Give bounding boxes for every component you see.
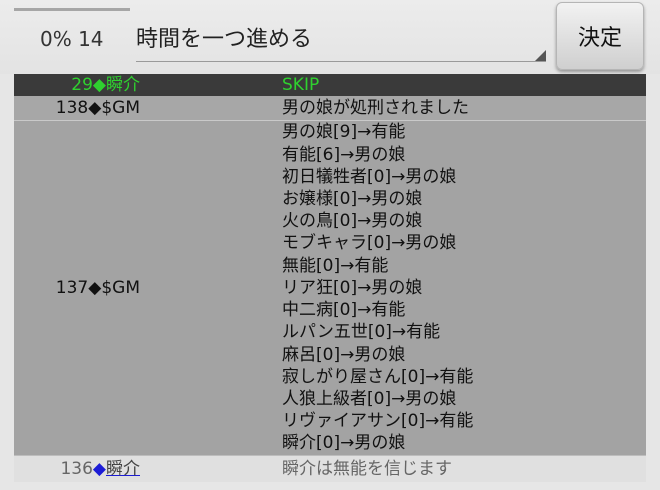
vote-line: 瞬介[0]→男の娘 <box>282 433 406 454</box>
vote-line: 男の娘[9]→有能 <box>282 122 406 143</box>
log-speaker: 29◆瞬介 <box>71 75 140 95</box>
log-speaker: 136◆瞬介 <box>60 459 140 479</box>
log-message: SKIP <box>282 75 320 95</box>
diamond-icon: ◆ <box>88 277 102 298</box>
vote-line: リア狂[0]→男の娘 <box>282 277 423 298</box>
message-log: 29◆瞬介 SKIP 138◆$GM 男の娘が処刑されました 137◆$GM 男… <box>14 74 646 482</box>
log-row: 29◆瞬介 SKIP <box>14 74 646 96</box>
log-message: 瞬介は無能を信じます <box>282 459 452 479</box>
diamond-icon: ◆ <box>92 459 106 479</box>
vote-line: 無能[0]→有能 <box>282 255 389 276</box>
log-row: 138◆$GM 男の娘が処刑されました <box>14 96 646 121</box>
log-row: 136◆瞬介 瞬介は無能を信じます <box>14 455 646 482</box>
log-speaker: 137◆$GM <box>55 277 140 298</box>
top-bar: 0% 14 時間を一つ進める 決定 <box>0 0 660 74</box>
vote-line: 麻呂[0]→男の娘 <box>282 344 406 365</box>
diamond-icon: ◆ <box>92 75 106 95</box>
log-message: 男の娘が処刑されました <box>282 98 469 118</box>
log-row: 137◆$GM 男の娘[9]→有能 有能[6]→男の娘 初日犠牲者[0]→男の娘… <box>14 121 646 455</box>
vote-line: ルパン五世[0]→有能 <box>282 322 441 343</box>
vote-line: お嬢様[0]→男の娘 <box>282 189 423 210</box>
vote-line: リヴァイアサン[0]→有能 <box>282 411 474 432</box>
decide-button[interactable]: 決定 <box>556 2 644 70</box>
user-link[interactable]: 瞬介 <box>106 459 140 479</box>
action-select[interactable]: 時間を一つ進める <box>136 14 546 62</box>
vote-line: 人狼上級者[0]→男の娘 <box>282 388 457 409</box>
vote-line: 初日犠牲者[0]→男の娘 <box>282 166 457 187</box>
vote-line: モブキャラ[0]→男の娘 <box>282 233 457 254</box>
action-select-value: 時間を一つ進める <box>136 27 313 52</box>
log-speaker: 138◆$GM <box>55 98 140 118</box>
vote-line: 中二病[0]→有能 <box>282 300 406 321</box>
vote-line: 火の鳥[0]→男の娘 <box>282 211 423 232</box>
progress-text: 0% 14 <box>40 27 104 51</box>
progress-bar <box>14 8 130 11</box>
vote-line: 有能[6]→男の娘 <box>282 144 406 165</box>
vote-line: 寂しがり屋さん[0]→有能 <box>282 366 474 387</box>
diamond-icon: ◆ <box>88 98 102 118</box>
vote-result-list: 男の娘[9]→有能 有能[6]→男の娘 初日犠牲者[0]→男の娘 お嬢様[0]→… <box>282 121 646 454</box>
dropdown-caret-icon <box>535 50 546 61</box>
